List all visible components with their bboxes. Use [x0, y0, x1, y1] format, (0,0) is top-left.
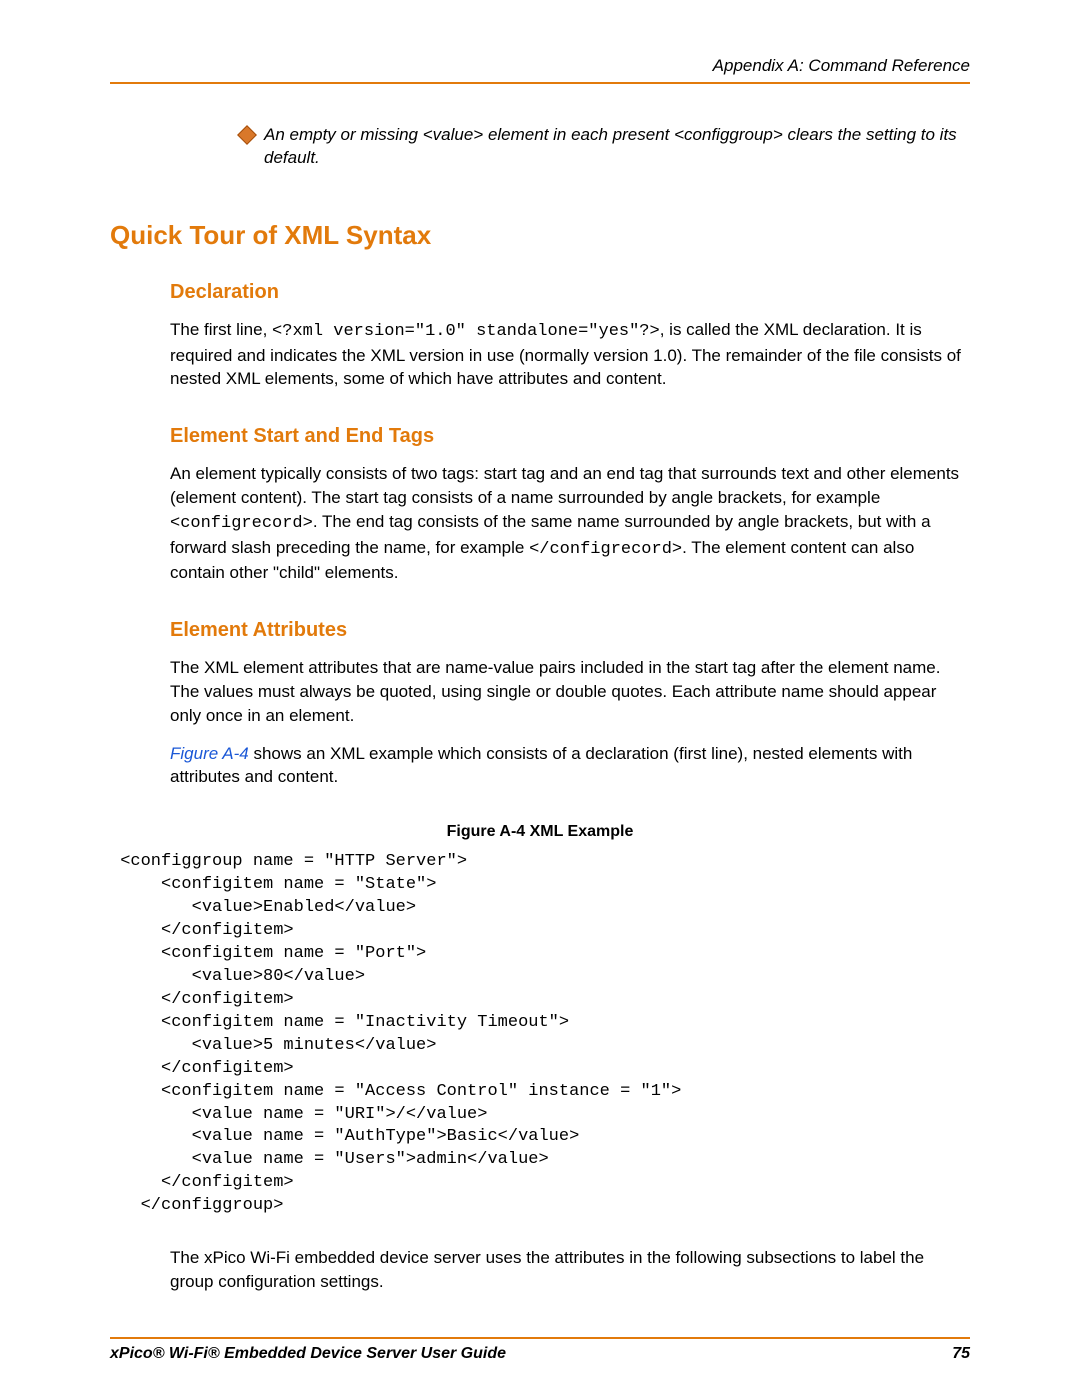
- page-footer: xPico® Wi-Fi® Embedded Device Server Use…: [110, 1337, 970, 1363]
- inline-code: <configrecord>: [170, 514, 313, 533]
- figure-caption: Figure A-4 XML Example: [110, 823, 970, 841]
- section-element-attributes: Element Attributes The XML element attri…: [170, 619, 970, 789]
- paragraph: The xPico Wi-Fi embedded device server u…: [170, 1246, 970, 1294]
- section-heading-quick-tour: Quick Tour of XML Syntax: [110, 220, 970, 251]
- closing-paragraph: The xPico Wi-Fi embedded device server u…: [170, 1246, 970, 1294]
- note-block: An empty or missing <value> element in e…: [240, 124, 970, 170]
- paragraph: The XML element attributes that are name…: [170, 656, 970, 727]
- diamond-bullet-icon: [237, 125, 257, 145]
- text: The first line,: [170, 320, 272, 339]
- inline-code: </configrecord>: [529, 540, 682, 559]
- header-rule: [110, 82, 970, 84]
- footer-row: xPico® Wi-Fi® Embedded Device Server Use…: [110, 1345, 970, 1363]
- page: Appendix A: Command Reference An empty o…: [0, 0, 1080, 1397]
- page-number: 75: [952, 1345, 970, 1363]
- footer-rule: [110, 1337, 970, 1339]
- text: shows an XML example which consists of a…: [170, 744, 912, 787]
- subheading-declaration: Declaration: [170, 281, 970, 304]
- running-header: Appendix A: Command Reference: [110, 56, 970, 76]
- paragraph: The first line, <?xml version="1.0" stan…: [170, 318, 970, 391]
- inline-code: <?xml version="1.0" standalone="yes"?>: [272, 322, 660, 341]
- bullet-item: An empty or missing <value> element in e…: [240, 124, 970, 170]
- section-element-tags: Element Start and End Tags An element ty…: [170, 425, 970, 585]
- paragraph: Figure A-4 shows an XML example which co…: [170, 742, 970, 790]
- footer-title: xPico® Wi-Fi® Embedded Device Server Use…: [110, 1345, 506, 1363]
- section-declaration: Declaration The first line, <?xml versio…: [170, 281, 970, 391]
- subheading-element-attributes: Element Attributes: [170, 619, 970, 642]
- text: An element typically consists of two tag…: [170, 464, 959, 507]
- code-block-xml-example: <configgroup name = "HTTP Server"> <conf…: [110, 851, 970, 1218]
- paragraph: An element typically consists of two tag…: [170, 462, 970, 585]
- bullet-text: An empty or missing <value> element in e…: [264, 124, 970, 170]
- figure-reference-link[interactable]: Figure A-4: [170, 744, 249, 763]
- subheading-element-tags: Element Start and End Tags: [170, 425, 970, 448]
